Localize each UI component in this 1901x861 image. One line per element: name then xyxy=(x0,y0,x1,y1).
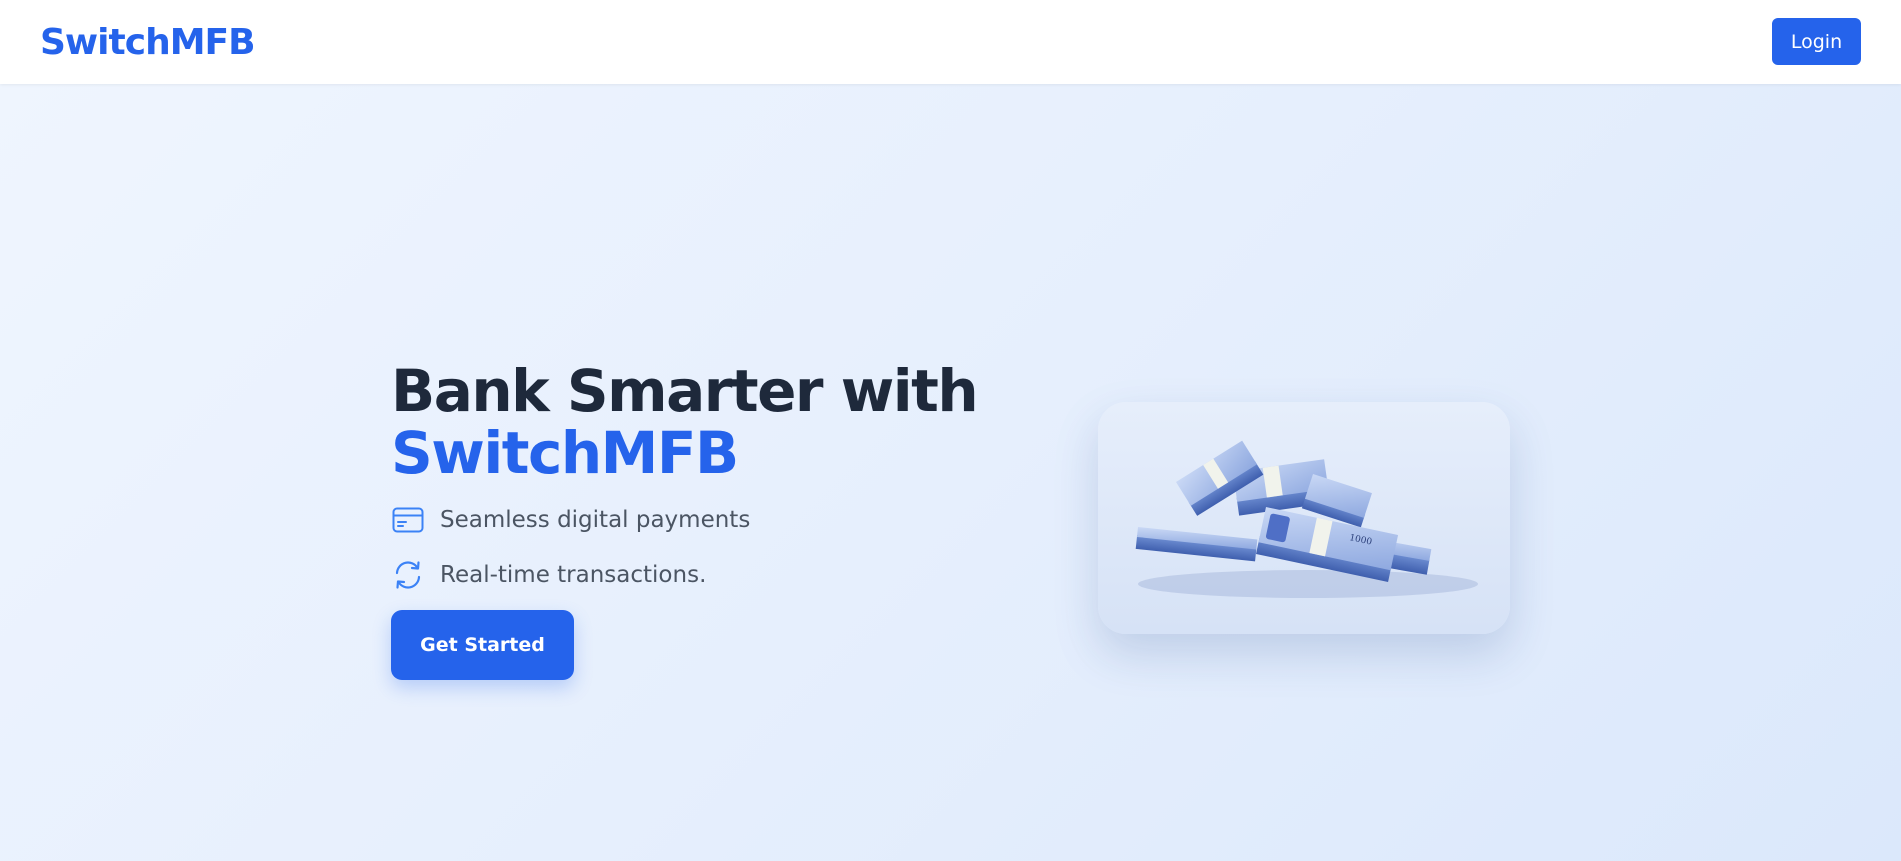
credit-card-icon xyxy=(391,503,425,537)
brand-logo[interactable]: SwitchMFB xyxy=(40,22,256,63)
feature-label-realtime: Real-time transactions. xyxy=(440,562,707,588)
hero-content: Bank Smarter with SwitchMFB Seamless dig… xyxy=(391,360,1011,680)
get-started-button[interactable]: Get Started xyxy=(391,610,574,680)
site-header: SwitchMFB Login xyxy=(0,0,1901,84)
feature-label-payments: Seamless digital payments xyxy=(440,507,751,533)
feature-list: Seamless digital payments Real-time tran… xyxy=(391,496,1011,599)
feature-item-realtime: Real-time transactions. xyxy=(391,551,1011,599)
money-stack-image: 1000 xyxy=(1098,402,1510,634)
refresh-icon xyxy=(391,558,425,592)
login-button[interactable]: Login xyxy=(1772,18,1861,65)
hero-headline-line1: Bank Smarter with xyxy=(391,357,979,425)
hero-section: Bank Smarter with SwitchMFB Seamless dig… xyxy=(0,84,1901,861)
feature-item-payments: Seamless digital payments xyxy=(391,496,1011,544)
hero-headline: Bank Smarter with SwitchMFB xyxy=(391,360,1011,484)
hero-headline-accent: SwitchMFB xyxy=(391,419,739,487)
